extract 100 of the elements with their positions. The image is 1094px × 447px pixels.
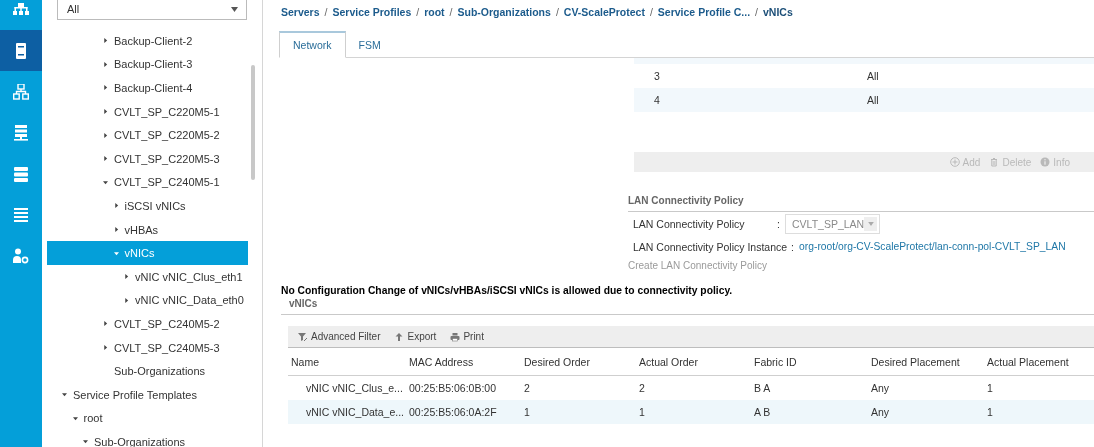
breadcrumb-separator: /: [649, 6, 653, 18]
field-label: LAN Connectivity Policy: [633, 217, 746, 230]
table-cell-text: 00:25:B5:06:0A:2F: [409, 406, 498, 418]
breadcrumb-link[interactable]: Sub-Organizations: [457, 6, 551, 18]
table-cell: All: [867, 70, 879, 82]
table-cell-text: 1: [524, 406, 531, 418]
caret-right-icon[interactable]: [113, 203, 119, 209]
tab[interactable]: Network: [279, 31, 346, 58]
caret-right-icon[interactable]: [103, 132, 108, 138]
export-button[interactable]: Export: [394, 331, 437, 342]
breadcrumb-link[interactable]: root: [424, 6, 445, 18]
stack-icon: [13, 165, 29, 182]
tree-item[interactable]: Backup-Client-3: [47, 52, 248, 77]
table-cell-text: vNIC vNIC_Clus_e...: [305, 382, 404, 394]
caret-right-icon[interactable]: [103, 109, 108, 115]
caret-right-icon[interactable]: [103, 321, 108, 327]
table-cell-text: B A: [754, 382, 772, 394]
table-cell-text: vNIC vNIC_Data_e...: [305, 406, 406, 418]
table-cell-text: A B: [754, 406, 772, 418]
caret-down-icon[interactable]: [72, 415, 78, 421]
tree-item[interactable]: CVLT_SP_C220M5-3: [47, 146, 248, 171]
filter-button[interactable]: Advanced Filter: [298, 331, 381, 342]
column-header[interactable]: Desired Order: [524, 355, 639, 368]
breadcrumb-separator: /: [555, 6, 559, 18]
breadcrumb-separator: /: [449, 6, 453, 18]
breadcrumb-link[interactable]: Servers: [281, 6, 320, 18]
tree-item[interactable]: vNIC vNIC_Clus_eth1: [47, 264, 248, 289]
table-cell-text: 2: [639, 382, 646, 394]
tree-item[interactable]: CVLT_SP_C240M5-2: [47, 312, 248, 336]
list-icon: [13, 206, 29, 223]
field-separator: :: [791, 240, 795, 253]
user-gear-icon: [13, 247, 29, 264]
tree-item[interactable]: root: [47, 406, 248, 431]
breadcrumb-link[interactable]: Service Profiles: [332, 6, 412, 18]
storage-icon: [13, 124, 29, 141]
caret-right-icon[interactable]: [113, 227, 119, 233]
warning-message: No Configuration Change of vNICs/vHBAs/iSCSI vNICs is allowed due to connectivity policy.: [281, 285, 734, 296]
scrollbar[interactable]: [251, 65, 255, 180]
arrow-up-icon: [394, 331, 405, 342]
table-cell-text: 1: [987, 382, 994, 394]
breadcrumb-separator: /: [416, 6, 420, 18]
tree-item[interactable]: Sub-Organizations: [47, 359, 248, 383]
column-header[interactable]: Name: [291, 355, 409, 368]
breadcrumb-link[interactable]: vNICs: [763, 6, 793, 18]
caret-right-icon[interactable]: [124, 274, 129, 280]
caret-right-icon[interactable]: [103, 345, 108, 350]
section-title: vNICs: [281, 298, 1094, 315]
tree-item[interactable]: Service Profile Templates: [47, 382, 248, 407]
column-header[interactable]: Actual Order: [639, 355, 754, 368]
table-cell-text: 2: [524, 382, 531, 394]
info-icon: [1040, 157, 1051, 167]
tree-item[interactable]: vHBAs: [47, 217, 248, 242]
tree-item[interactable]: Backup-Client-4: [47, 76, 248, 100]
column-header[interactable]: Actual Placement: [987, 355, 1094, 368]
table-cell-text: 1: [987, 406, 994, 418]
section-title: LAN Connectivity Policy: [628, 195, 1094, 212]
caret-down-icon[interactable]: [62, 392, 67, 398]
tree-item[interactable]: CVLT_SP_C220M5-1: [47, 99, 248, 124]
table-cell-text: 3: [654, 70, 661, 82]
field-separator: :: [777, 217, 781, 230]
tree-item[interactable]: Backup-Client-2: [47, 29, 248, 53]
breadcrumb-separator: /: [324, 6, 328, 18]
hierarchy-icon: [13, 1, 29, 18]
caret-right-icon[interactable]: [103, 38, 108, 44]
print-button[interactable]: Print: [450, 331, 484, 342]
network-icon: [13, 83, 29, 100]
tab[interactable]: FSM: [345, 31, 394, 58]
tree-item[interactable]: CVLT_SP_C240M5-1: [47, 170, 248, 195]
breadcrumb-link[interactable]: CV-ScaleProtect: [563, 6, 645, 18]
plus-circle-icon: [949, 157, 960, 167]
column-header[interactable]: Fabric ID: [754, 355, 871, 368]
tree-item[interactable]: vNIC vNIC_Data_eth0: [47, 288, 248, 313]
nav-rail-button[interactable]: [0, 30, 42, 71]
field-label: LAN Connectivity Policy Instance: [633, 240, 788, 253]
breadcrumb-link[interactable]: Service Profile C...: [657, 6, 751, 18]
table-cell: All: [867, 94, 879, 106]
filter-icon: [298, 331, 308, 342]
filter-dropdown[interactable]: All: [57, 0, 247, 20]
tree-item[interactable]: CVLT_SP_C220M5-2: [47, 123, 248, 147]
trash-icon: [989, 157, 1000, 167]
table-cell-text: Any: [871, 382, 891, 394]
caret-right-icon[interactable]: [103, 85, 108, 91]
server-icon: [13, 42, 29, 59]
caret-right-icon[interactable]: [103, 61, 108, 67]
tree-item[interactable]: CVLT_SP_C240M5-3: [47, 335, 248, 360]
breadcrumb-separator: /: [755, 6, 758, 18]
policy-link[interactable]: org-root/org-CV-ScaleProtect/lan-conn-pol-CVLT_SP_LAN: [799, 241, 1066, 252]
caret-down-icon[interactable]: [83, 439, 88, 445]
caret-right-icon[interactable]: [124, 297, 129, 303]
table-cell-text: Any: [871, 406, 891, 418]
column-header[interactable]: MAC Address: [409, 355, 524, 368]
printer-icon: [450, 331, 461, 342]
caret-down-icon: [867, 221, 874, 226]
table-cell-text: 00:25:B5:06:0B:00: [409, 382, 497, 394]
caret-down-icon[interactable]: [103, 179, 108, 185]
column-header[interactable]: Desired Placement: [871, 355, 987, 368]
table-cell-text: 4: [654, 94, 661, 106]
tree-item[interactable]: iSCSI vNICs: [47, 194, 248, 218]
caret-right-icon[interactable]: [103, 156, 108, 162]
caret-down-icon: [231, 6, 238, 12]
